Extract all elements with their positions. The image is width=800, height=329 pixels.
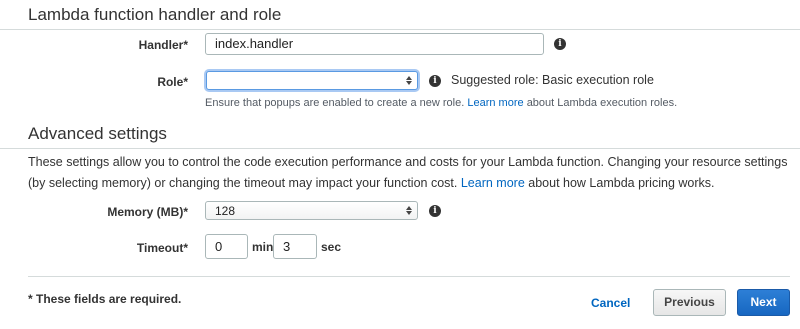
info-icon[interactable]: i bbox=[429, 205, 441, 217]
role-label: Role* bbox=[157, 75, 188, 89]
role-learn-more-link[interactable]: Learn more bbox=[467, 97, 523, 109]
section-divider bbox=[0, 148, 800, 149]
info-icon[interactable]: i bbox=[554, 38, 566, 50]
timeout-seconds-unit: sec bbox=[321, 240, 342, 254]
cancel-button[interactable]: Cancel bbox=[591, 296, 630, 310]
role-hint-suffix: about Lambda execution roles. bbox=[526, 97, 678, 109]
section-title-handler-role: Lambda function handler and role bbox=[28, 5, 282, 24]
role-suggestion-text: Suggested role: Basic execution role bbox=[451, 73, 654, 87]
handler-input[interactable]: index.handler bbox=[205, 33, 544, 55]
pricing-learn-more-link[interactable]: Learn more bbox=[461, 176, 525, 190]
info-icon[interactable]: i bbox=[429, 75, 441, 87]
timeout-minutes-unit: min bbox=[252, 240, 274, 254]
footer-divider bbox=[28, 276, 790, 277]
timeout-seconds-input[interactable]: 3 bbox=[273, 234, 317, 259]
advanced-description-suffix: about how Lambda pricing works. bbox=[528, 176, 715, 190]
memory-label: Memory (MB)* bbox=[107, 205, 188, 219]
required-fields-note: * These fields are required. bbox=[28, 292, 182, 306]
section-divider bbox=[0, 29, 800, 30]
advanced-description: These settings allow you to control the … bbox=[28, 152, 793, 194]
next-button[interactable]: Next bbox=[737, 289, 790, 316]
previous-button[interactable]: Previous bbox=[653, 289, 726, 316]
updown-arrows-icon bbox=[405, 72, 412, 89]
memory-select[interactable]: 128 bbox=[205, 201, 418, 220]
updown-arrows-icon bbox=[405, 202, 412, 219]
section-title-advanced: Advanced settings bbox=[28, 124, 167, 143]
handler-label: Handler* bbox=[138, 38, 188, 52]
role-hint: Ensure that popups are enabled to create… bbox=[205, 97, 677, 109]
timeout-label: Timeout* bbox=[136, 241, 188, 255]
timeout-minutes-input[interactable]: 0 bbox=[205, 234, 248, 259]
role-select[interactable] bbox=[206, 71, 418, 90]
memory-select-value: 128 bbox=[215, 204, 236, 218]
role-hint-text: Ensure that popups are enabled to create… bbox=[205, 97, 465, 109]
